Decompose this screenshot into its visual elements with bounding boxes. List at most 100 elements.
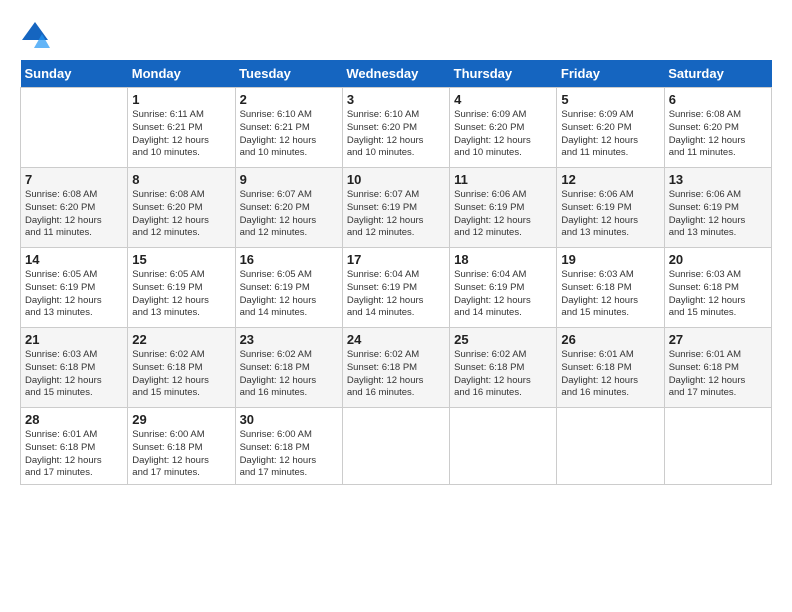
calendar-day-cell: 13 Sunrise: 6:06 AM Sunset: 6:19 PM Dayli… xyxy=(664,168,771,248)
day-number: 4 xyxy=(454,92,552,107)
logo-icon xyxy=(20,20,50,50)
day-number: 14 xyxy=(25,252,123,267)
day-info: Sunrise: 6:02 AM Sunset: 6:18 PM Dayligh… xyxy=(454,349,552,400)
day-info: Sunrise: 6:04 AM Sunset: 6:19 PM Dayligh… xyxy=(347,269,445,320)
calendar-day-cell: 16 Sunrise: 6:05 AM Sunset: 6:19 PM Dayli… xyxy=(235,248,342,328)
day-number: 9 xyxy=(240,172,338,187)
day-number: 19 xyxy=(561,252,659,267)
day-number: 2 xyxy=(240,92,338,107)
day-info: Sunrise: 6:03 AM Sunset: 6:18 PM Dayligh… xyxy=(25,349,123,400)
calendar-week-row: 14 Sunrise: 6:05 AM Sunset: 6:19 PM Dayli… xyxy=(21,248,772,328)
calendar-day-cell: 2 Sunrise: 6:10 AM Sunset: 6:21 PM Daylig… xyxy=(235,88,342,168)
day-info: Sunrise: 6:08 AM Sunset: 6:20 PM Dayligh… xyxy=(25,189,123,240)
calendar-day-cell xyxy=(557,408,664,485)
calendar-day-cell: 22Sunrise: 6:02 AM Sunset: 6:18 PM Dayli… xyxy=(128,328,235,408)
day-number: 30 xyxy=(240,412,338,427)
day-number: 17 xyxy=(347,252,445,267)
day-number: 18 xyxy=(454,252,552,267)
day-info: Sunrise: 6:01 AM Sunset: 6:18 PM Dayligh… xyxy=(25,429,123,480)
day-number: 5 xyxy=(561,92,659,107)
calendar-week-row: 28 Sunrise: 6:01 AM Sunset: 6:18 PM Dayli… xyxy=(21,408,772,485)
calendar-day-cell: 24 Sunrise: 6:02 AM Sunset: 6:18 PM Dayli… xyxy=(342,328,449,408)
day-number: 7 xyxy=(25,172,123,187)
day-number: 15 xyxy=(132,252,230,267)
calendar-header-wednesday: Wednesday xyxy=(342,60,449,88)
day-number: 10 xyxy=(347,172,445,187)
day-info: Sunrise: 6:10 AM Sunset: 6:20 PM Dayligh… xyxy=(347,109,445,160)
day-info: Sunrise: 6:03 AM Sunset: 6:18 PM Dayligh… xyxy=(561,269,659,320)
day-info: Sunrise: 6:06 AM Sunset: 6:19 PM Dayligh… xyxy=(561,189,659,240)
day-info: Sunrise: 6:02 AM Sunset: 6:18 PM Dayligh… xyxy=(347,349,445,400)
day-number: 8 xyxy=(132,172,230,187)
calendar-day-cell: 28 Sunrise: 6:01 AM Sunset: 6:18 PM Dayli… xyxy=(21,408,128,485)
day-info: Sunrise: 6:01 AM Sunset: 6:18 PM Dayligh… xyxy=(561,349,659,400)
day-number: 25 xyxy=(454,332,552,347)
day-number: 20 xyxy=(669,252,767,267)
calendar-header-saturday: Saturday xyxy=(664,60,771,88)
calendar-day-cell: 7 Sunrise: 6:08 AM Sunset: 6:20 PM Daylig… xyxy=(21,168,128,248)
calendar-day-cell: 9Sunrise: 6:07 AM Sunset: 6:20 PM Daylig… xyxy=(235,168,342,248)
calendar-header-tuesday: Tuesday xyxy=(235,60,342,88)
header xyxy=(20,20,772,50)
day-info: Sunrise: 6:09 AM Sunset: 6:20 PM Dayligh… xyxy=(561,109,659,160)
day-info: Sunrise: 6:08 AM Sunset: 6:20 PM Dayligh… xyxy=(669,109,767,160)
calendar-day-cell: 20 Sunrise: 6:03 AM Sunset: 6:18 PM Dayli… xyxy=(664,248,771,328)
day-number: 11 xyxy=(454,172,552,187)
day-info: Sunrise: 6:03 AM Sunset: 6:18 PM Dayligh… xyxy=(669,269,767,320)
day-info: Sunrise: 6:02 AM Sunset: 6:18 PM Dayligh… xyxy=(240,349,338,400)
calendar-day-cell: 17 Sunrise: 6:04 AM Sunset: 6:19 PM Dayli… xyxy=(342,248,449,328)
calendar-day-cell: 1 Sunrise: 6:11 AM Sunset: 6:21 PM Daylig… xyxy=(128,88,235,168)
calendar-day-cell: 5 Sunrise: 6:09 AM Sunset: 6:20 PM Daylig… xyxy=(557,88,664,168)
day-info: Sunrise: 6:00 AM Sunset: 6:18 PM Dayligh… xyxy=(240,429,338,480)
day-info: Sunrise: 6:00 AM Sunset: 6:18 PM Dayligh… xyxy=(132,429,230,480)
day-info: Sunrise: 6:08 AM Sunset: 6:20 PM Dayligh… xyxy=(132,189,230,240)
day-info: Sunrise: 6:05 AM Sunset: 6:19 PM Dayligh… xyxy=(25,269,123,320)
calendar-header-friday: Friday xyxy=(557,60,664,88)
calendar-week-row: 1 Sunrise: 6:11 AM Sunset: 6:21 PM Daylig… xyxy=(21,88,772,168)
day-info: Sunrise: 6:05 AM Sunset: 6:19 PM Dayligh… xyxy=(132,269,230,320)
calendar-day-cell: 10 Sunrise: 6:07 AM Sunset: 6:19 PM Dayli… xyxy=(342,168,449,248)
calendar-table: SundayMondayTuesdayWednesdayThursdayFrid… xyxy=(20,60,772,485)
day-info: Sunrise: 6:01 AM Sunset: 6:18 PM Dayligh… xyxy=(669,349,767,400)
calendar-day-cell: 14 Sunrise: 6:05 AM Sunset: 6:19 PM Dayli… xyxy=(21,248,128,328)
day-info: Sunrise: 6:07 AM Sunset: 6:19 PM Dayligh… xyxy=(347,189,445,240)
day-info: Sunrise: 6:06 AM Sunset: 6:19 PM Dayligh… xyxy=(454,189,552,240)
calendar-day-cell: 23 Sunrise: 6:02 AM Sunset: 6:18 PM Dayli… xyxy=(235,328,342,408)
day-number: 13 xyxy=(669,172,767,187)
day-number: 21 xyxy=(25,332,123,347)
calendar-day-cell: 3 Sunrise: 6:10 AM Sunset: 6:20 PM Daylig… xyxy=(342,88,449,168)
day-info: Sunrise: 6:05 AM Sunset: 6:19 PM Dayligh… xyxy=(240,269,338,320)
calendar-day-cell: 19 Sunrise: 6:03 AM Sunset: 6:18 PM Dayli… xyxy=(557,248,664,328)
calendar-day-cell: 6 Sunrise: 6:08 AM Sunset: 6:20 PM Daylig… xyxy=(664,88,771,168)
day-info: Sunrise: 6:09 AM Sunset: 6:20 PM Dayligh… xyxy=(454,109,552,160)
calendar-day-cell xyxy=(450,408,557,485)
day-number: 3 xyxy=(347,92,445,107)
day-info: Sunrise: 6:04 AM Sunset: 6:19 PM Dayligh… xyxy=(454,269,552,320)
calendar-day-cell xyxy=(664,408,771,485)
day-number: 1 xyxy=(132,92,230,107)
calendar-day-cell: 8 Sunrise: 6:08 AM Sunset: 6:20 PM Daylig… xyxy=(128,168,235,248)
day-number: 26 xyxy=(561,332,659,347)
calendar-day-cell xyxy=(21,88,128,168)
calendar-week-row: 21 Sunrise: 6:03 AM Sunset: 6:18 PM Dayli… xyxy=(21,328,772,408)
day-number: 22 xyxy=(132,332,230,347)
calendar-day-cell: 15 Sunrise: 6:05 AM Sunset: 6:19 PM Dayli… xyxy=(128,248,235,328)
calendar-day-cell: 25 Sunrise: 6:02 AM Sunset: 6:18 PM Dayli… xyxy=(450,328,557,408)
day-number: 23 xyxy=(240,332,338,347)
calendar-day-cell: 11 Sunrise: 6:06 AM Sunset: 6:19 PM Dayli… xyxy=(450,168,557,248)
day-info: Sunrise: 6:06 AM Sunset: 6:19 PM Dayligh… xyxy=(669,189,767,240)
calendar-day-cell: 18 Sunrise: 6:04 AM Sunset: 6:19 PM Dayli… xyxy=(450,248,557,328)
day-number: 24 xyxy=(347,332,445,347)
day-number: 29 xyxy=(132,412,230,427)
day-number: 16 xyxy=(240,252,338,267)
calendar-day-cell xyxy=(342,408,449,485)
calendar-day-cell: 29 Sunrise: 6:00 AM Sunset: 6:18 PM Dayli… xyxy=(128,408,235,485)
calendar-header-thursday: Thursday xyxy=(450,60,557,88)
day-info: Sunrise: 6:11 AM Sunset: 6:21 PM Dayligh… xyxy=(132,109,230,160)
day-info: Sunrise: 6:10 AM Sunset: 6:21 PM Dayligh… xyxy=(240,109,338,160)
calendar-day-cell: 26 Sunrise: 6:01 AM Sunset: 6:18 PM Dayli… xyxy=(557,328,664,408)
day-number: 28 xyxy=(25,412,123,427)
logo xyxy=(20,20,55,50)
day-number: 6 xyxy=(669,92,767,107)
day-number: 12 xyxy=(561,172,659,187)
